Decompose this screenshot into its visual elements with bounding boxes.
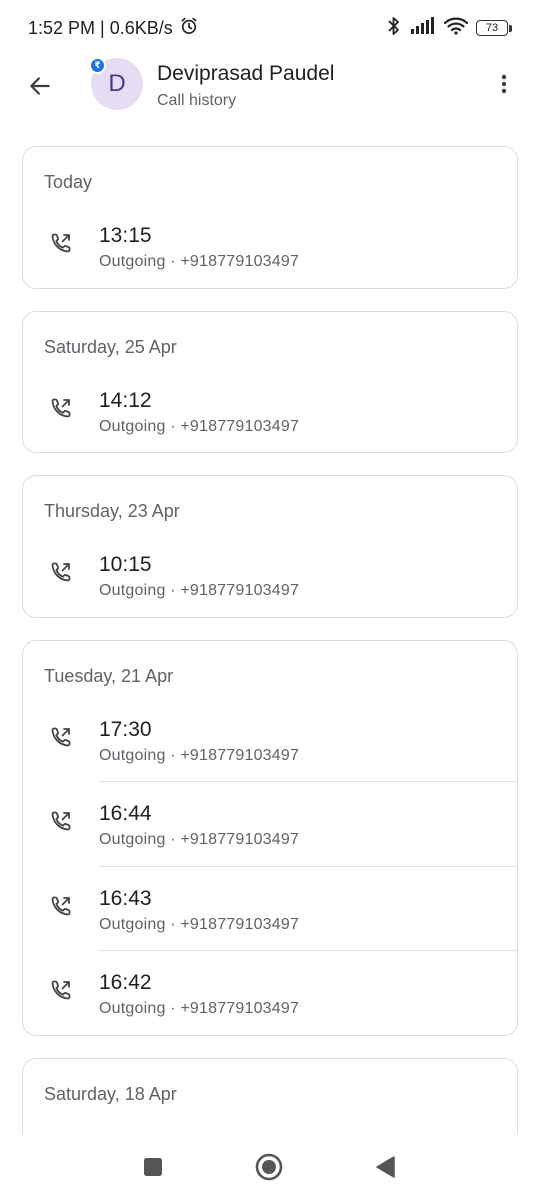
outgoing-call-icon: [51, 727, 71, 746]
call-detail: Outgoing · +918779103497: [99, 746, 300, 764]
page-subtitle: Call history: [157, 92, 237, 109]
group-date: Thursday, 23 Apr: [44, 501, 180, 521]
status-right: 73: [386, 15, 512, 42]
call-entry[interactable]: 16:42 Outgoing · +918779103497: [23, 950, 517, 1035]
call-time: 14:12: [99, 388, 152, 412]
arrow-back-icon: [30, 77, 50, 95]
signal-icon: [410, 16, 436, 40]
app-header: D ₹ Deviprasad Paudel Call history: [0, 56, 540, 120]
outgoing-call-icon: [51, 398, 71, 417]
outgoing-call-icon: [51, 233, 71, 253]
call-entry[interactable]: 14:12 Outgoing · +918779103497: [23, 368, 517, 453]
home-button[interactable]: [254, 1152, 284, 1182]
outgoing-call-icon: [51, 562, 71, 582]
back-button[interactable]: [20, 66, 60, 106]
call-entry[interactable]: 16:44 Outgoing · +918779103497: [23, 781, 517, 866]
status-bar: 1:52 PM | 0.6KB/s 73: [0, 0, 540, 56]
call-entry[interactable]: 10:15 Outgoing · +918779103497: [23, 532, 517, 617]
alarm-icon: [179, 16, 199, 41]
call-time: 17:30: [99, 717, 152, 741]
call-time: 16:44: [99, 802, 152, 825]
outgoing-call-icon: [51, 811, 71, 831]
more-options-button[interactable]: [484, 64, 524, 104]
triangle-icon: [376, 1156, 395, 1178]
wifi-icon: [443, 17, 469, 40]
call-detail: Outgoing · +918779103497: [99, 253, 300, 270]
status-time-speed: 1:52 PM | 0.6KB/s: [28, 17, 173, 38]
call-entry[interactable]: 13:15 Outgoing · +918779103497: [23, 203, 517, 288]
group-date: Today: [44, 172, 93, 192]
more-vert-icon: [501, 74, 507, 94]
circle-icon: [255, 1153, 283, 1181]
battery-tip: [509, 24, 512, 32]
contact-name: Deviprasad Paudel: [157, 62, 335, 85]
call-detail: Outgoing · +918779103497: [99, 831, 300, 848]
group-date: Saturday, 25 Apr: [44, 336, 177, 357]
recents-button[interactable]: [138, 1152, 168, 1182]
group-date: Saturday, 18 Apr: [44, 1083, 177, 1104]
call-entry[interactable]: 16:43 Outgoing · +918779103497: [23, 865, 517, 951]
rupee-badge-icon: ₹: [89, 57, 106, 74]
call-group-card: Saturday, 18 Apr: [22, 1057, 518, 1134]
call-time: 13:15: [99, 224, 152, 247]
battery-level: 73: [476, 20, 508, 36]
outgoing-call-icon: [51, 896, 71, 915]
bluetooth-icon: [386, 15, 402, 42]
call-detail: Outgoing · +918779103497: [99, 582, 300, 599]
call-group-card: Today 13:15 Outgoing · +918779103497: [22, 146, 518, 289]
call-group-card: Thursday, 23 Apr 10:15 Outgoing · +91877…: [22, 475, 518, 618]
call-history-list[interactable]: Today 13:15 Outgoing · +918779103497 Sat…: [22, 146, 518, 1134]
back-nav-button[interactable]: [370, 1152, 400, 1182]
call-group-card: Saturday, 25 Apr 14:12 Outgoing · +91877…: [22, 310, 518, 453]
status-left: 1:52 PM | 0.6KB/s: [28, 16, 199, 41]
outgoing-call-icon: [51, 980, 71, 1000]
call-time: 10:15: [99, 553, 152, 576]
call-detail: Outgoing · +918779103497: [99, 1000, 300, 1017]
call-entry[interactable]: 17:30 Outgoing · +918779103497: [23, 697, 517, 782]
call-detail: Outgoing · +918779103497: [99, 417, 300, 435]
call-group-card: Tuesday, 21 Apr 17:30 Outgoing · +918779…: [22, 639, 518, 1036]
call-detail: Outgoing · +918779103497: [99, 915, 300, 933]
group-date: Tuesday, 21 Apr: [44, 665, 174, 686]
square-icon: [144, 1158, 162, 1176]
system-nav-bar: [0, 1134, 540, 1200]
call-time: 16:43: [99, 886, 152, 910]
call-time: 16:42: [99, 971, 152, 994]
battery-icon: 73: [476, 20, 512, 36]
